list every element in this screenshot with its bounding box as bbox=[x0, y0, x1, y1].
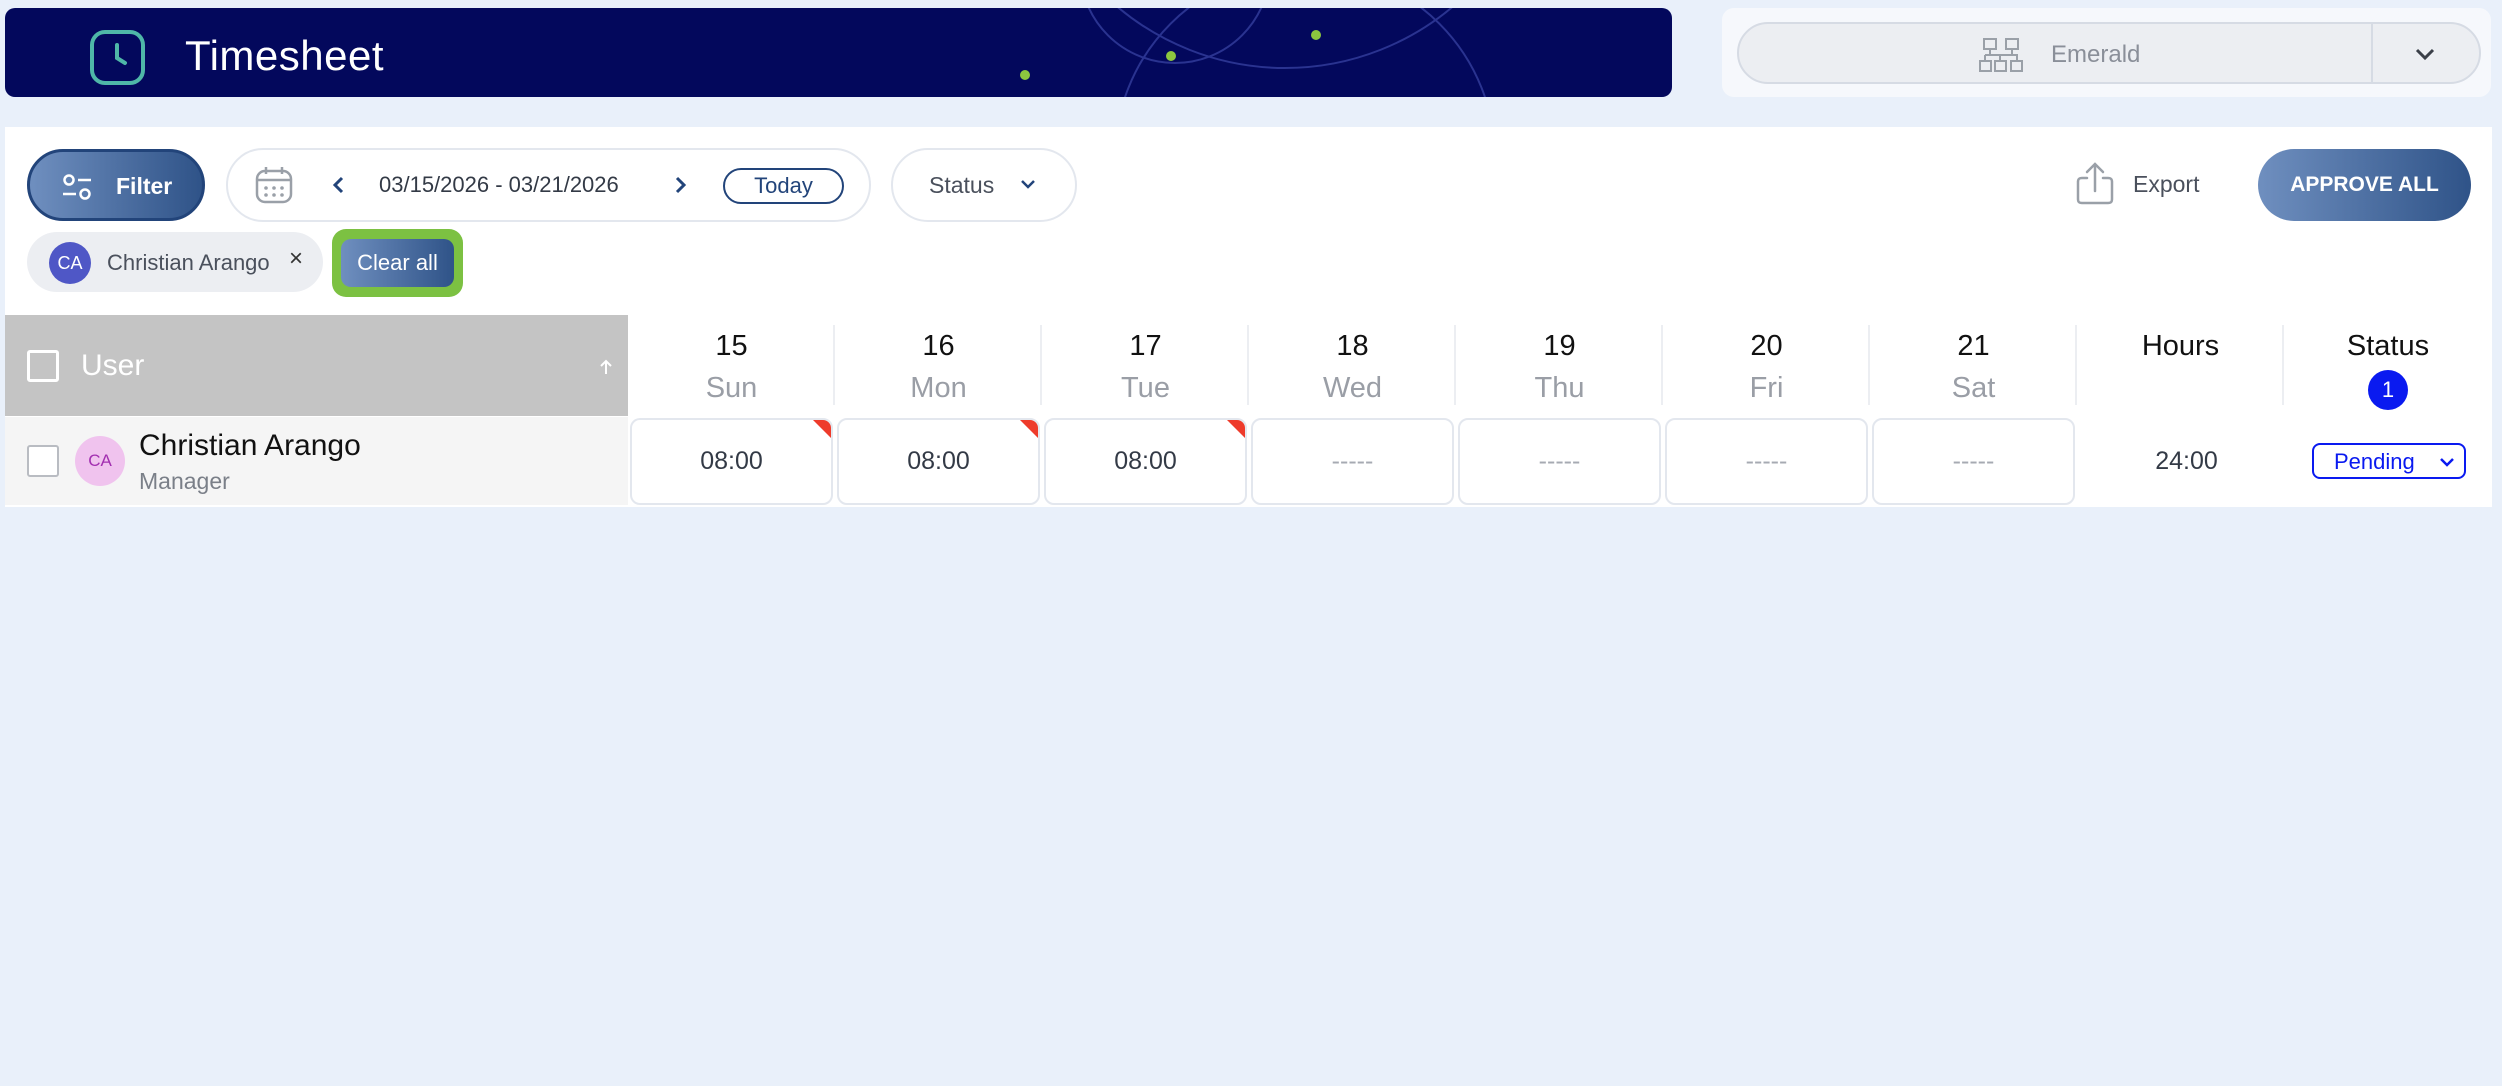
time-cell[interactable]: 08:00 bbox=[837, 418, 1040, 505]
day-of-week: Thu bbox=[1534, 372, 1585, 404]
status-filter-label: Status bbox=[929, 172, 995, 198]
header-banner: Timesheet bbox=[5, 8, 1672, 97]
table-row-user: CA Christian Arango Manager bbox=[5, 417, 628, 505]
time-cell-value: ----- bbox=[1331, 447, 1374, 475]
user-header-label: User bbox=[81, 349, 145, 382]
select-divider bbox=[2371, 24, 2373, 82]
time-cell[interactable]: ----- bbox=[1665, 418, 1868, 505]
hours-header-label: Hours bbox=[2141, 330, 2220, 362]
export-button[interactable]: Export bbox=[2075, 162, 2215, 206]
filter-button[interactable]: Filter bbox=[27, 149, 205, 221]
filter-button-label: Filter bbox=[116, 173, 173, 199]
day-header: 20 Fri bbox=[1663, 315, 1870, 416]
time-cell-value: ----- bbox=[1538, 447, 1581, 475]
time-cell-value: ----- bbox=[1745, 447, 1788, 475]
date-range-label: 03/15/2026 - 03/21/2026 bbox=[379, 172, 619, 197]
day-header: 15 Sun bbox=[628, 315, 835, 416]
flag-marker bbox=[1227, 420, 1245, 438]
day-number: 19 bbox=[1543, 330, 1576, 362]
export-label: Export bbox=[2133, 171, 2200, 197]
company-selector-card: Emerald bbox=[1722, 8, 2491, 97]
day-header: 21 Sat bbox=[1870, 315, 2077, 416]
day-number: 16 bbox=[922, 330, 955, 362]
user-role: Manager bbox=[139, 468, 230, 494]
day-header: 18 Wed bbox=[1249, 315, 1456, 416]
calendar-icon[interactable] bbox=[254, 165, 294, 210]
user-column-header: User bbox=[5, 315, 628, 416]
avatar: CA bbox=[75, 436, 125, 486]
hours-column-header: Hours bbox=[2077, 315, 2284, 416]
row-status-dropdown[interactable]: Pending bbox=[2312, 443, 2466, 479]
clear-all-button[interactable]: Clear all bbox=[332, 229, 463, 297]
chevron-down-icon bbox=[1019, 177, 1037, 196]
status-column-header: Status 1 bbox=[2284, 315, 2492, 416]
day-of-week: Wed bbox=[1322, 372, 1383, 404]
clear-all-label: Clear all bbox=[341, 239, 454, 287]
user-name[interactable]: Christian Arango bbox=[139, 429, 361, 463]
day-of-week: Sun bbox=[705, 372, 758, 404]
chevron-down-icon[interactable] bbox=[2413, 42, 2437, 71]
export-icon bbox=[2075, 162, 2115, 211]
total-hours: 24:00 bbox=[2155, 447, 2218, 475]
row-status-label: Pending bbox=[2334, 449, 2415, 474]
time-cell[interactable]: ----- bbox=[1872, 418, 2075, 505]
chip-label: Christian Arango bbox=[107, 250, 270, 275]
company-select[interactable]: Emerald bbox=[1737, 22, 2481, 84]
page-title: Timesheet bbox=[185, 32, 385, 79]
time-cell[interactable]: 08:00 bbox=[630, 418, 833, 505]
day-number: 15 bbox=[715, 330, 748, 362]
status-header-label: Status bbox=[2346, 330, 2430, 362]
next-week-icon[interactable] bbox=[672, 175, 688, 200]
select-all-checkbox[interactable] bbox=[27, 350, 59, 382]
company-name: Emerald bbox=[2051, 41, 2141, 68]
avatar: CA bbox=[49, 242, 91, 284]
clock-icon bbox=[89, 29, 146, 86]
status-count-badge: 1 bbox=[2368, 370, 2408, 410]
time-cell-value: 08:00 bbox=[700, 447, 763, 475]
today-button[interactable]: Today bbox=[723, 168, 844, 204]
flag-marker bbox=[813, 420, 831, 438]
day-number: 20 bbox=[1750, 330, 1783, 362]
flag-marker bbox=[1020, 420, 1038, 438]
day-number: 21 bbox=[1957, 330, 1990, 362]
user-filter-chip: CA Christian Arango × bbox=[27, 232, 323, 292]
day-number: 17 bbox=[1129, 330, 1162, 362]
day-header: 19 Thu bbox=[1456, 315, 1663, 416]
day-of-week: Fri bbox=[1749, 372, 1784, 404]
time-cell[interactable]: 08:00 bbox=[1044, 418, 1247, 505]
day-of-week: Sat bbox=[1951, 372, 1996, 404]
row-checkbox[interactable] bbox=[27, 445, 59, 477]
time-cell-value: ----- bbox=[1952, 447, 1995, 475]
filter-sliders-icon bbox=[62, 173, 92, 206]
previous-week-icon[interactable] bbox=[331, 175, 347, 200]
time-cell-value: 08:00 bbox=[1114, 447, 1177, 475]
day-number: 18 bbox=[1336, 330, 1369, 362]
timesheet-panel: Filter 03/15/2026 - 03/21/2026 Today Sta… bbox=[5, 127, 2492, 507]
close-icon[interactable]: × bbox=[289, 245, 303, 273]
approve-all-button[interactable]: APPROVE ALL bbox=[2258, 149, 2471, 221]
day-of-week: Tue bbox=[1121, 372, 1170, 404]
day-header: 16 Mon bbox=[835, 315, 1042, 416]
day-of-week: Mon bbox=[910, 372, 967, 404]
sort-arrow-up-icon[interactable] bbox=[598, 358, 614, 381]
status-filter-dropdown[interactable]: Status bbox=[891, 148, 1077, 222]
org-chart-icon bbox=[1979, 38, 2023, 77]
time-cell[interactable]: ----- bbox=[1251, 418, 1454, 505]
chevron-down-icon bbox=[2438, 455, 2456, 474]
time-cell[interactable]: ----- bbox=[1458, 418, 1661, 505]
date-range-picker: 03/15/2026 - 03/21/2026 Today bbox=[226, 148, 871, 222]
time-cell-value: 08:00 bbox=[907, 447, 970, 475]
day-header: 17 Tue bbox=[1042, 315, 1249, 416]
